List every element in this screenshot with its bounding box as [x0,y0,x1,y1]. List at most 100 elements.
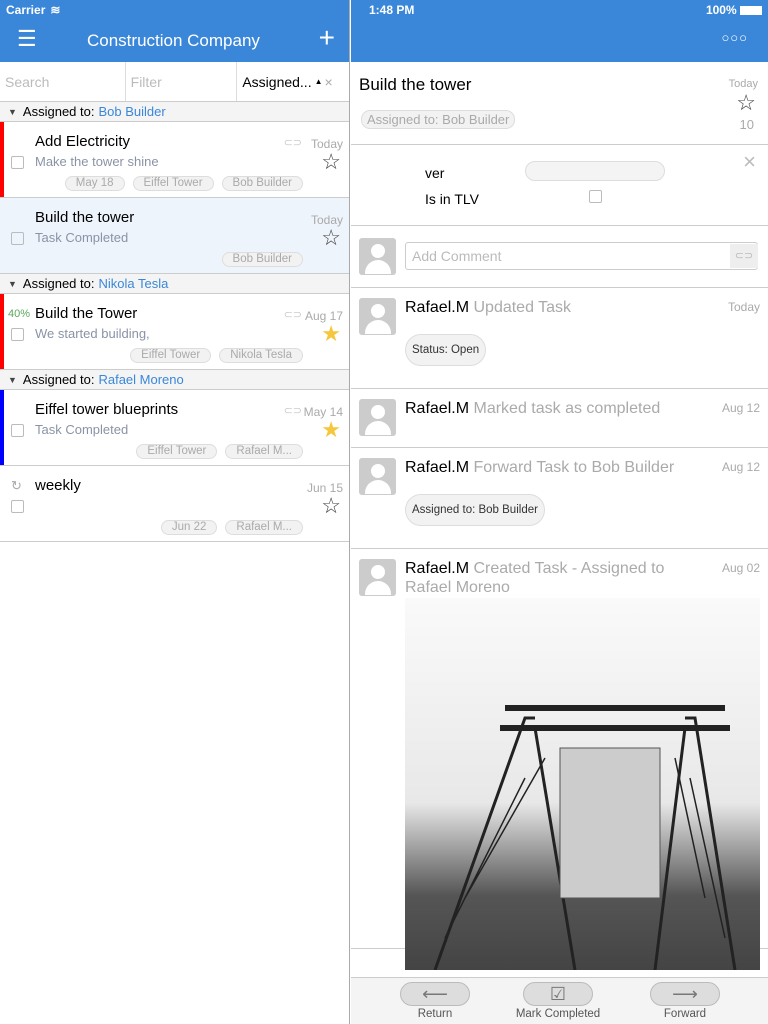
search-input[interactable]: Search [0,62,126,101]
add-icon[interactable]: + [319,22,335,54]
ver-input[interactable] [525,161,665,181]
activity-user: Rafael.M [405,299,470,316]
tag-chip: Eiffel Tower [136,444,218,459]
activity-date: Aug 12 [721,460,760,474]
activity-item: Rafael.M Updated Task Today Status: Open [351,288,768,389]
close-icon[interactable]: × [743,149,756,175]
task-row[interactable]: Add Electricity Make the tower shine ⊂⊃ Tod… [0,122,349,198]
star-count: 10 [739,117,754,132]
activity-text: Updated Task [473,299,572,316]
tag-chip: Bob Builder [221,252,303,267]
star-icon[interactable]: ★ [321,323,341,345]
recurring-icon: ↻ [11,478,22,493]
activity-pill: Status: Open [405,334,487,366]
battery-level: 100% [705,3,737,17]
forward-button[interactable]: ⟶ Forward [650,982,720,1020]
star-icon[interactable]: ☆ [321,227,341,249]
activity-date: Today [727,300,760,314]
tag-chip: Rafael M... [225,520,303,535]
assigned-chip[interactable]: Assigned to: Bob Builder [361,110,516,129]
star-icon[interactable]: ☆ [321,151,341,173]
group-header[interactable]: ▼ Assigned to: Nikola Tesla [0,274,349,294]
carrier: Carrier [6,3,46,17]
tlv-checkbox[interactable] [589,190,602,203]
group-header[interactable]: ▼ Assigned to: Rafael Moreno [0,370,349,390]
collapse-triangle-icon[interactable]: ▼ [8,375,17,385]
task-subtitle: Task Completed [35,230,129,245]
arrow-right-icon: ⟶ [650,982,720,1006]
activity-user: Rafael.M [405,400,470,417]
avatar [359,238,396,275]
tag-chip: Bob Builder [221,176,303,191]
battery-icon [740,6,762,16]
detail-title: Build the tower [359,75,472,94]
tag-chip: Eiffel Tower [130,348,212,363]
activity-date: Aug 02 [721,561,760,575]
sort-select[interactable]: Assigned... ▲ × [237,62,349,101]
filter-input[interactable]: Filter [126,62,238,101]
comment-input[interactable]: Add Comment [405,242,758,270]
star-icon[interactable]: ☆ [736,90,756,116]
attachment-icon: ⊂⊃ [283,137,302,149]
activity-text: Forward Task to Bob Builder [473,459,675,476]
arrow-left-icon: ⟵ [400,982,470,1006]
clock: 1:48 PM [369,3,415,17]
activity-date: Aug 12 [721,401,760,415]
task-checkbox[interactable] [11,232,24,245]
task-title: Build the tower [35,209,135,226]
task-row[interactable]: 40% Build the Tower We started building, ⊂⊃… [0,294,349,370]
left-header: Carrier ≋ ☰ Construction Company + [0,0,349,62]
tower-photo-drawing [433,705,737,970]
task-title: weekly [35,477,81,494]
collapse-triangle-icon[interactable]: ▼ [8,279,17,289]
collapse-triangle-icon[interactable]: ▼ [8,107,17,117]
task-subtitle: Task Completed [35,422,129,437]
attachment-icon: ⊂⊃ [283,309,302,321]
tag-chip: Jun 22 [160,520,218,535]
activity-item: Rafael.M Created Task - Assigned to Rafa… [351,549,768,970]
ver-label: ver [425,165,445,181]
task-subtitle: Make the tower shine [35,154,159,169]
task-checkbox[interactable] [11,424,24,437]
task-row[interactable]: ↻ weekly Jun 15 ☆ Jun 22 Rafael M... [0,466,349,542]
more-icon[interactable]: ○○○ [721,30,748,45]
mark-completed-button[interactable]: ☑ Mark Completed [513,982,603,1020]
attachment-icon: ⊂⊃ [283,405,302,417]
custom-fields: ver Is in TLV × [351,145,768,226]
star-icon[interactable]: ☆ [321,495,341,517]
progress-label: 40% [8,308,31,320]
avatar [359,559,396,596]
avatar [359,458,396,495]
avatar [359,399,396,436]
tag-chip: Eiffel Tower [132,176,214,191]
task-subtitle: We started building, [35,326,150,341]
tower-photo[interactable] [405,598,760,970]
activity-text: Marked task as completed [473,400,661,417]
activity-item: Rafael.M Forward Task to Bob Builder Aug … [351,448,768,549]
menu-icon[interactable]: ☰ [17,26,37,52]
star-icon[interactable]: ★ [321,419,341,441]
task-detail-pane: 1:48 PM 100% ○○○ Build the tower Assigne… [351,0,768,1024]
avatar [359,298,396,335]
priority-bar [0,390,4,465]
clear-icon[interactable]: × [325,74,333,90]
task-checkbox[interactable] [11,328,24,341]
sort-arrow-icon: ▲ [314,77,323,86]
activity-user: Rafael.M [405,459,470,476]
task-row[interactable]: Build the tower Task Completed Today ☆ Bob B… [0,198,349,274]
priority-bar [0,294,4,369]
task-checkbox[interactable] [11,500,24,513]
group-header[interactable]: ▼ Assigned to: Bob Builder [0,102,349,122]
tag-chip: May 18 [64,176,125,191]
task-checkbox[interactable] [11,156,24,169]
app-title: Construction Company [87,31,260,50]
wifi-icon: ≋ [50,3,61,17]
activity-user: Rafael.M [405,560,470,577]
priority-bar [0,122,4,197]
task-row[interactable]: Eiffel tower blueprints Task Completed ⊂⊃ M… [0,390,349,466]
attach-icon[interactable]: ⊂⊃ [730,244,758,268]
task-list-pane: Carrier ≋ ☰ Construction Company + Search… [0,0,350,1024]
task-title: Eiffel tower blueprints [35,401,179,418]
tlv-label: Is in TLV [425,191,479,207]
return-button[interactable]: ⟵ Return [400,982,470,1020]
